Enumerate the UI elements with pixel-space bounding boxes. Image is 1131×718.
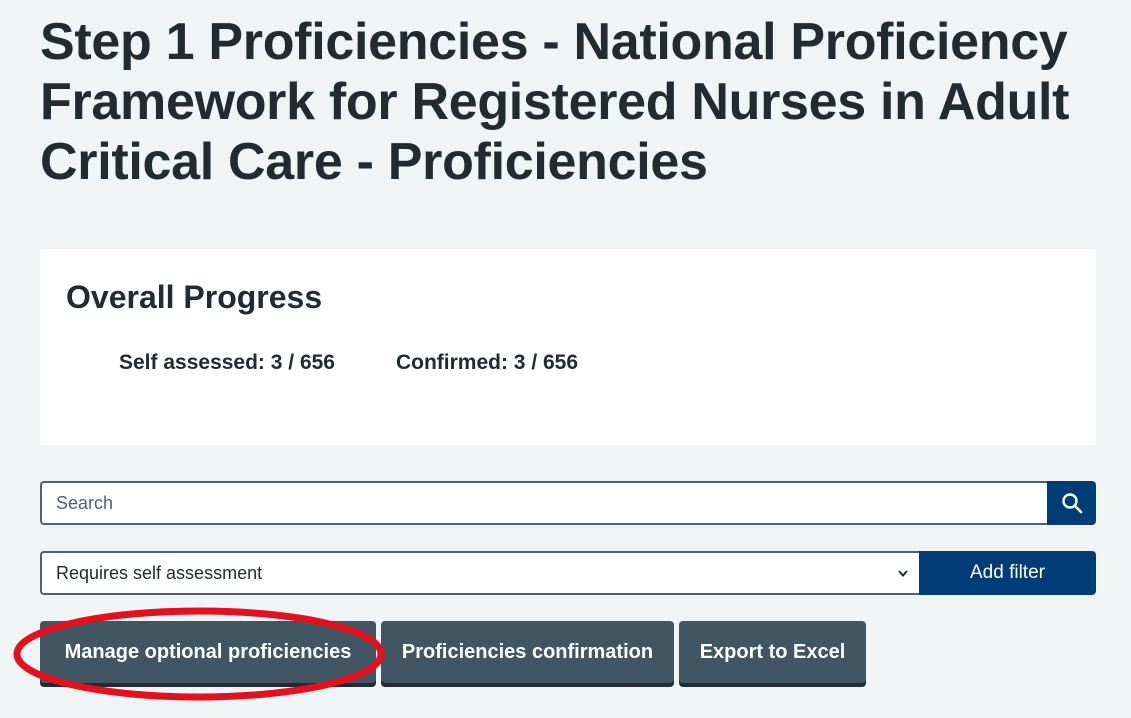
add-filter-button[interactable]: Add filter: [919, 551, 1096, 595]
overall-progress-card: Overall Progress Self assessed: 3 / 656 …: [40, 249, 1096, 445]
overall-progress-heading: Overall Progress: [66, 279, 323, 315]
progress-stats: Self assessed: 3 / 656 Confirmed: 3 / 65…: [119, 351, 578, 375]
export-to-excel-button[interactable]: Export to Excel: [679, 621, 866, 683]
confirmed-count: Confirmed: 3 / 656: [395, 351, 579, 374]
filter-bar: Requires self assessment Add filter: [40, 551, 1096, 595]
filter-select-value: Requires self assessment: [56, 562, 263, 583]
self-assessed-count: Self assessed: 3 / 656: [119, 351, 335, 374]
page-title: Step 1 Proficiencies - National Proficie…: [40, 13, 1070, 191]
search-input[interactable]: [40, 481, 1047, 525]
chevron-down-icon: [898, 570, 908, 578]
filter-select[interactable]: Requires self assessment: [40, 551, 919, 595]
manage-optional-proficiencies-button[interactable]: Manage optional proficiencies: [40, 621, 376, 683]
search-icon: [1061, 493, 1082, 514]
proficiencies-confirmation-button[interactable]: Proficiencies confirmation: [381, 621, 674, 683]
search-bar: [40, 481, 1096, 525]
search-button[interactable]: [1047, 481, 1096, 525]
action-buttons: Manage optional proficiencies Proficienc…: [40, 621, 866, 683]
